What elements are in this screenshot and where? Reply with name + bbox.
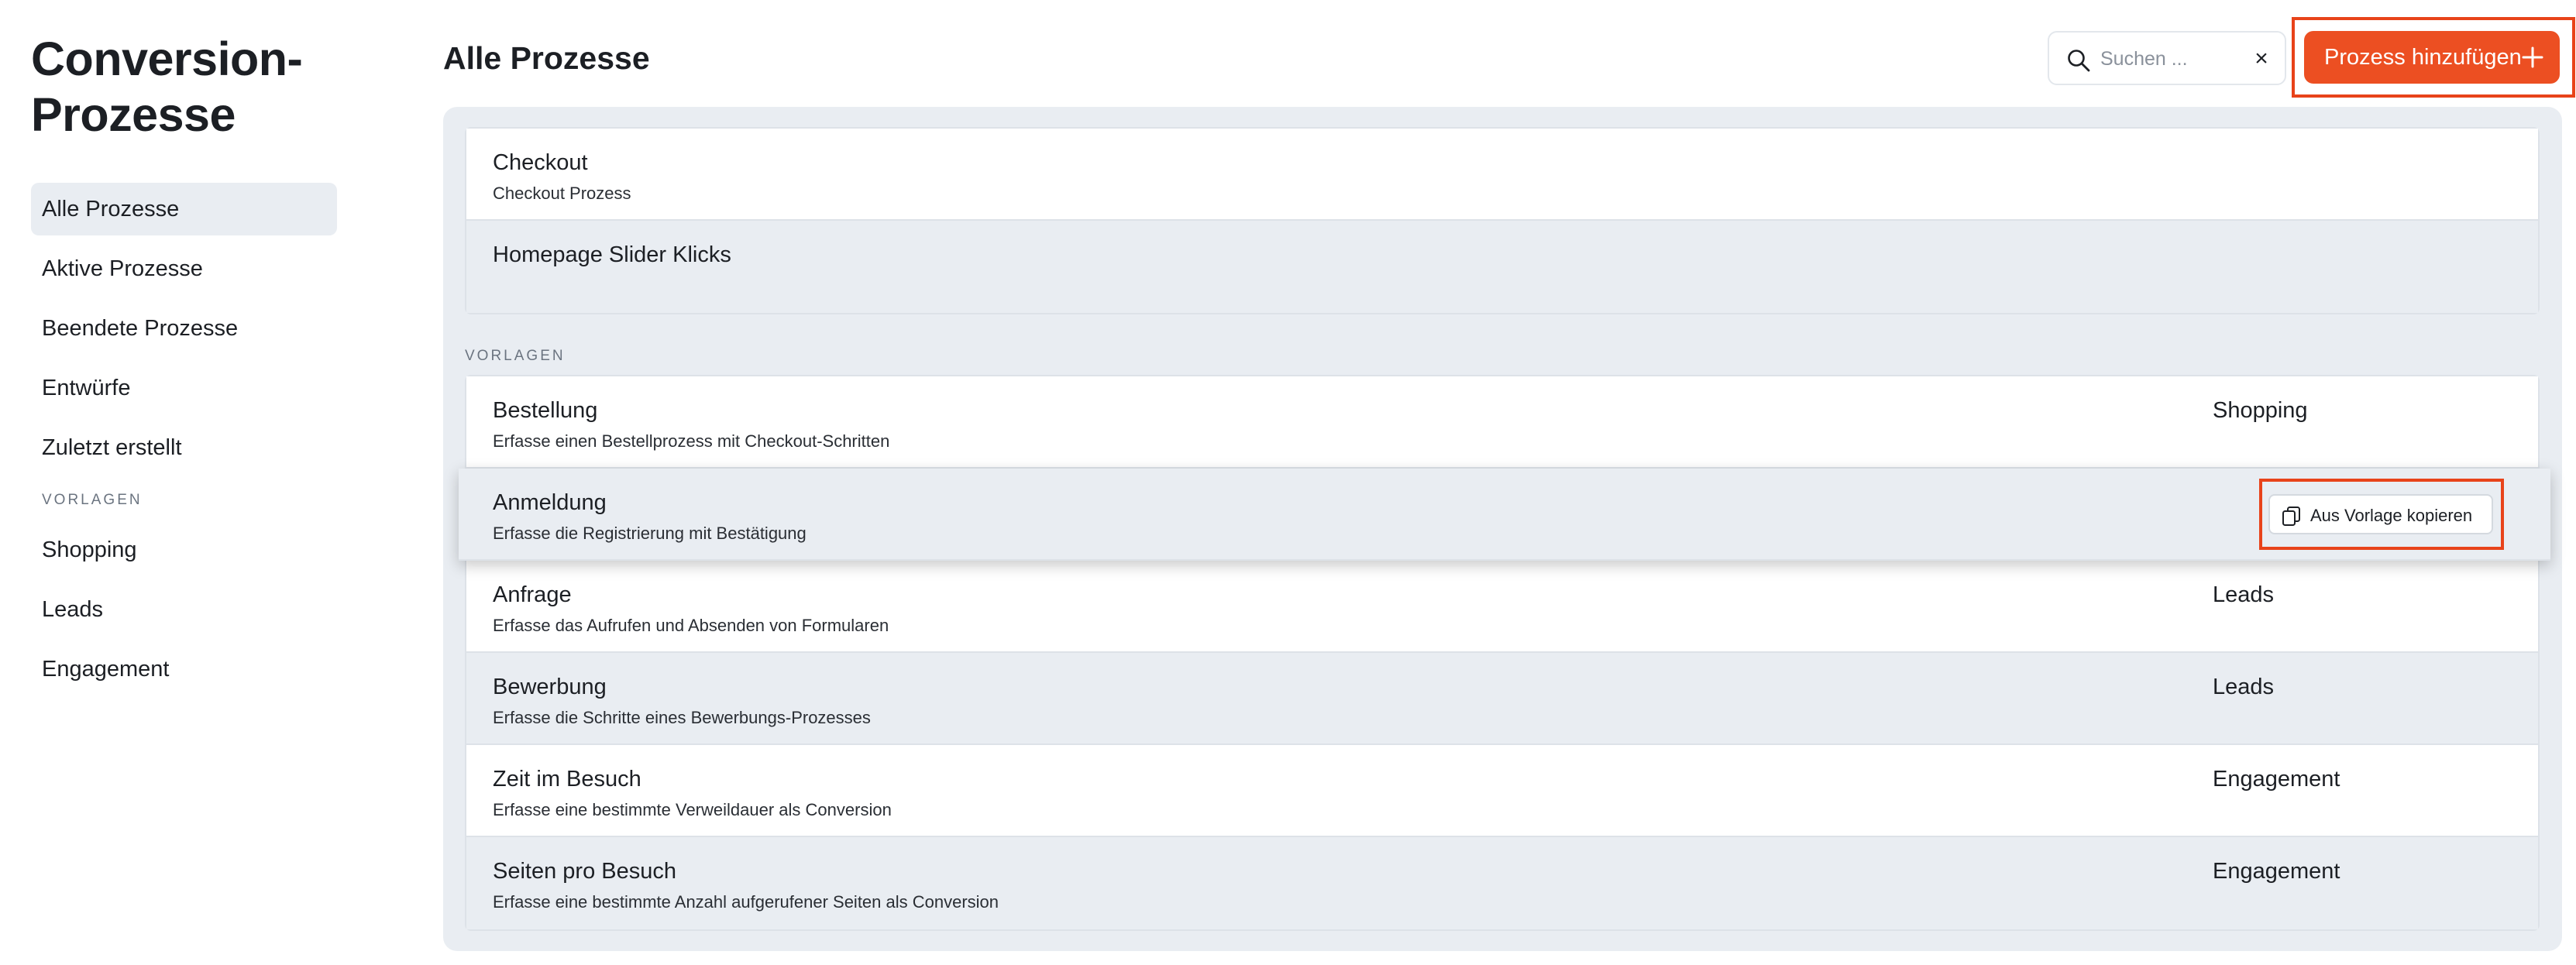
sidebar-item-entwuerfe[interactable]: Entwürfe [31,362,337,414]
sidebar-item-engagement[interactable]: Engagement [31,643,337,695]
template-row-bestellung[interactable]: Bestellung Erfasse einen Bestellprozess … [466,376,2538,469]
template-row-anmeldung[interactable]: Anmeldung Erfasse die Registrierung mit … [459,469,2550,561]
template-category: Engagement [2213,859,2340,884]
page-title: Alle Prozesse [443,40,650,76]
sidebar-nav: Alle Prozesse Aktive Prozesse Beendete P… [31,183,341,695]
template-category: Shopping [2213,398,2308,423]
template-title: Zeit im Besuch [493,767,641,792]
template-row-anfrage[interactable]: Anfrage Erfasse das Aufrufen und Absende… [466,561,2538,653]
plus-icon [2522,46,2543,68]
template-row-seiten-pro-besuch[interactable]: Seiten pro Besuch Erfasse eine bestimmte… [466,837,2538,929]
process-list: Checkout Checkout Prozess Homepage Slide… [465,127,2540,314]
sidebar-item-aktive-prozesse[interactable]: Aktive Prozesse [31,242,337,295]
template-category: Leads [2213,675,2275,699]
clear-search-icon[interactable]: × [2249,46,2274,71]
template-category: Leads [2213,582,2275,607]
process-panel: Checkout Checkout Prozess Homepage Slide… [443,107,2562,951]
process-title: Homepage Slider Klicks [493,242,731,267]
sidebar-item-alle-prozesse[interactable]: Alle Prozesse [31,183,337,235]
template-description: Erfasse eine bestimmte Verweildauer als … [493,800,892,819]
template-description: Erfasse das Aufrufen und Absenden von Fo… [493,616,889,635]
sidebar: Conversion- Prozesse Alle Prozesse Aktiv… [31,23,341,702]
sidebar-item-beendete-prozesse[interactable]: Beendete Prozesse [31,302,337,355]
process-description: Checkout Prozess [493,184,631,203]
template-description: Erfasse eine bestimmte Anzahl aufgerufen… [493,892,999,912]
search-box: × [2048,31,2286,85]
process-row-homepage-slider[interactable]: Homepage Slider Klicks [466,221,2538,313]
app-title: Conversion- Prozesse [31,33,303,141]
add-process-button[interactable]: Prozess hinzufügen [2304,31,2560,84]
search-icon [2068,50,2090,72]
template-row-bewerbung[interactable]: Bewerbung Erfasse die Schritte eines Bew… [466,653,2538,745]
template-row-zeit-im-besuch[interactable]: Zeit im Besuch Erfasse eine bestimmte Ve… [466,745,2538,837]
copy-icon [2282,507,2300,526]
copy-from-template-label: Aus Vorlage kopieren [2310,506,2473,525]
template-description: Erfasse die Registrierung mit Bestätigun… [493,524,807,543]
template-category: Engagement [2213,767,2340,792]
template-title: Anfrage [493,582,572,607]
template-title: Bewerbung [493,675,607,699]
templates-section-label: VORLAGEN [465,348,566,364]
template-description: Erfasse die Schritte eines Bewerbungs-Pr… [493,708,871,727]
sidebar-item-leads[interactable]: Leads [31,583,337,636]
template-title: Anmeldung [493,490,607,515]
process-title: Checkout [493,150,588,175]
template-list: Bestellung Erfasse einen Bestellprozess … [459,375,2550,931]
copy-from-template-button[interactable]: Aus Vorlage kopieren [2268,494,2493,534]
sidebar-item-zuletzt-erstellt[interactable]: Zuletzt erstellt [31,421,337,474]
sidebar-item-shopping[interactable]: Shopping [31,524,337,576]
search-input[interactable] [2100,43,2248,74]
template-title: Bestellung [493,398,598,423]
sidebar-section-vorlagen: VORLAGEN [42,492,143,508]
process-row-checkout[interactable]: Checkout Checkout Prozess [466,129,2538,221]
template-title: Seiten pro Besuch [493,859,676,884]
add-process-button-label: Prozess hinzufügen [2324,44,2522,70]
template-description: Erfasse einen Bestellprozess mit Checkou… [493,431,890,451]
